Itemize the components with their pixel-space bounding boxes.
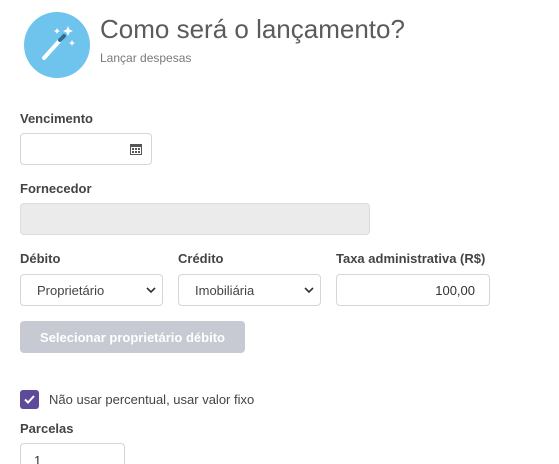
chevron-down-icon — [304, 287, 314, 294]
chevron-down-icon — [146, 287, 156, 294]
credito-label: Crédito — [178, 251, 224, 266]
fornecedor-label: Fornecedor — [20, 181, 92, 196]
credito-select[interactable]: Imobiliária — [178, 274, 321, 306]
fornecedor-input[interactable] — [20, 203, 370, 235]
vencimento-date-input[interactable] — [20, 133, 152, 165]
taxa-input[interactable]: 100,00 — [336, 274, 490, 306]
fixed-value-checkbox[interactable] — [20, 390, 39, 409]
credito-selected-value: Imobiliária — [195, 283, 255, 298]
debito-label: Débito — [20, 251, 61, 266]
calendar-icon[interactable] — [130, 144, 142, 155]
magic-wand-icon — [24, 12, 90, 78]
parcelas-value: 1 — [34, 453, 42, 464]
parcelas-label: Parcelas — [20, 421, 74, 436]
page-title: Como será o lançamento? — [100, 14, 405, 44]
debito-selected-value: Proprietário — [37, 283, 105, 298]
debito-select[interactable]: Proprietário — [20, 274, 163, 306]
vencimento-label: Vencimento — [20, 111, 93, 126]
taxa-value: 100,00 — [435, 283, 475, 298]
page-subtitle: Lançar despesas — [100, 51, 192, 65]
taxa-label: Taxa administrativa (R$) — [336, 251, 486, 266]
checkmark-icon — [24, 395, 35, 404]
select-owner-debit-button[interactable]: Selecionar proprietário débito — [20, 321, 245, 353]
parcelas-input[interactable]: 1 — [20, 443, 125, 464]
fixed-value-label: Não usar percentual, usar valor fixo — [49, 392, 255, 407]
